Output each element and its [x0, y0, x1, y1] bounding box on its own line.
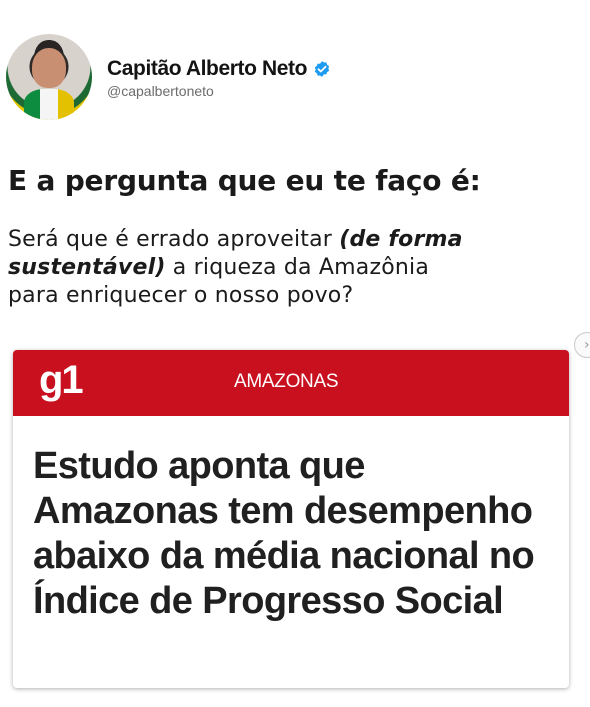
- avatar[interactable]: [6, 34, 92, 120]
- display-name-row: Capitão Alberto Neto: [107, 55, 331, 83]
- display-name[interactable]: Capitão Alberto Neto: [107, 57, 307, 81]
- profile-header[interactable]: Capitão Alberto Neto @capalbertoneto: [6, 34, 331, 120]
- g1-logo: g1: [39, 358, 84, 402]
- post-body: Será que é errado aproveitar (de forma s…: [8, 226, 568, 310]
- profile-name-block: Capitão Alberto Neto @capalbertoneto: [107, 55, 331, 99]
- article-title[interactable]: Estudo aponta que Amazonas tem desempenh…: [33, 444, 553, 624]
- post-body-emphasis: sustentável): [8, 255, 166, 280]
- news-card[interactable]: g1 AMAZONAS Estudo aponta que Amazonas t…: [13, 350, 569, 688]
- news-card-header: g1 AMAZONAS: [13, 350, 569, 416]
- verified-badge-icon: [314, 61, 330, 77]
- post-screenshot: Capitão Alberto Neto @capalbertoneto E a…: [0, 0, 590, 707]
- post-body-text: Será que é errado aproveitar: [8, 227, 340, 252]
- handle[interactable]: @capalbertoneto: [107, 83, 331, 99]
- post-body-text: para enriquecer o nosso povo?: [8, 283, 354, 308]
- post-headline: E a pergunta que eu te faço é:: [8, 164, 481, 197]
- section-label: AMAZONAS: [234, 371, 339, 392]
- post-body-emphasis: (de forma: [339, 227, 463, 252]
- chevron-right-icon[interactable]: ›: [574, 332, 590, 358]
- post-body-text: a riqueza da Amazônia: [165, 255, 430, 280]
